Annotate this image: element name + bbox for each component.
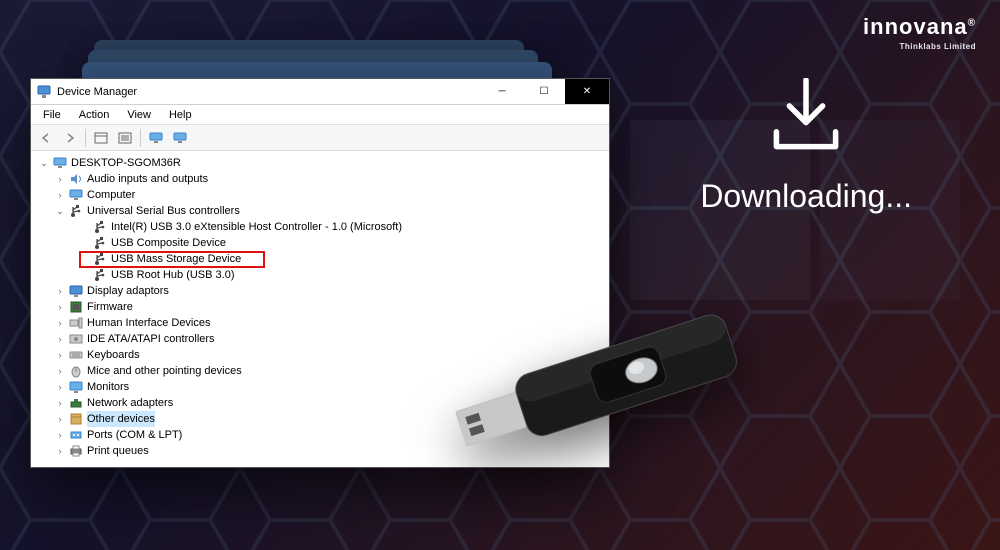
- expand-arrow-icon[interactable]: ›: [55, 347, 65, 363]
- maximize-button[interactable]: ☐: [523, 79, 565, 104]
- tree-label: Network adapters: [87, 395, 173, 411]
- tree-label: Audio inputs and outputs: [87, 171, 208, 187]
- back-button[interactable]: [35, 128, 57, 148]
- refresh-button[interactable]: [145, 128, 167, 148]
- tree-item-audio[interactable]: › Audio inputs and outputs: [37, 171, 603, 187]
- menu-view[interactable]: View: [119, 107, 159, 123]
- tree-label: Monitors: [87, 379, 129, 395]
- minimize-button[interactable]: ─: [481, 79, 523, 104]
- expand-arrow-icon[interactable]: ›: [55, 299, 65, 315]
- tree-label: USB Root Hub (USB 3.0): [111, 267, 235, 283]
- tree-label: Universal Serial Bus controllers: [87, 203, 240, 219]
- tree-label: Computer: [87, 187, 135, 203]
- expand-arrow-icon[interactable]: ›: [55, 443, 65, 459]
- tree-label: Ports (COM & LPT): [87, 427, 182, 443]
- expand-arrow-icon[interactable]: ›: [55, 395, 65, 411]
- tree-label: Human Interface Devices: [87, 315, 211, 331]
- tree-label: DESKTOP-SGOM36R: [71, 155, 181, 171]
- tree-label: USB Composite Device: [111, 235, 226, 251]
- expand-arrow-icon[interactable]: ›: [55, 315, 65, 331]
- brand-name: innovana: [863, 14, 968, 39]
- menu-help[interactable]: Help: [161, 107, 200, 123]
- display-icon: [69, 284, 83, 298]
- audio-icon: [69, 172, 83, 186]
- window-title: Device Manager: [57, 86, 137, 98]
- tree-item-usb-root-hub[interactable]: USB Root Hub (USB 3.0): [37, 267, 603, 283]
- tree-label: Keyboards: [87, 347, 140, 363]
- expand-arrow-icon[interactable]: ›: [55, 379, 65, 395]
- menu-file[interactable]: File: [35, 107, 69, 123]
- tree-item-ide[interactable]: › IDE ATA/ATAPI controllers: [37, 331, 603, 347]
- tree-label: USB Mass Storage Device: [111, 251, 241, 267]
- tree-item-firmware[interactable]: › Firmware: [37, 299, 603, 315]
- tree-label: Other devices: [87, 411, 155, 427]
- usb-icon: [93, 220, 107, 234]
- tree-item-usb-mass-storage[interactable]: USB Mass Storage Device: [37, 251, 603, 267]
- expand-arrow-icon[interactable]: ›: [55, 283, 65, 299]
- monitor-icon: [69, 380, 83, 394]
- firmware-icon: [69, 300, 83, 314]
- tree-label: IDE ATA/ATAPI controllers: [87, 331, 215, 347]
- tree-label: Print queues: [87, 443, 149, 459]
- expand-arrow-icon[interactable]: ›: [55, 171, 65, 187]
- device-manager-icon: [37, 85, 51, 99]
- ports-icon: [69, 428, 83, 442]
- tree-item-display[interactable]: › Display adaptors: [37, 283, 603, 299]
- usb-icon: [93, 268, 107, 282]
- mouse-icon: [69, 364, 83, 378]
- forward-button[interactable]: [59, 128, 81, 148]
- scan-button[interactable]: [90, 128, 112, 148]
- computer-icon: [53, 156, 67, 170]
- network-icon: [69, 396, 83, 410]
- device-icon: [69, 412, 83, 426]
- tree-label: Intel(R) USB 3.0 eXtensible Host Control…: [111, 219, 402, 235]
- tree-item-hid[interactable]: › Human Interface Devices: [37, 315, 603, 331]
- tree-item-usb-controllers[interactable]: ⌄ Universal Serial Bus controllers: [37, 203, 603, 219]
- printer-icon: [69, 444, 83, 458]
- hid-icon: [69, 316, 83, 330]
- tree-label: Firmware: [87, 299, 133, 315]
- toolbar-separator: [140, 129, 141, 147]
- ide-icon: [69, 332, 83, 346]
- keyboard-icon: [69, 348, 83, 362]
- expand-arrow-icon[interactable]: ›: [55, 363, 65, 379]
- tree-item-usb-intel[interactable]: Intel(R) USB 3.0 eXtensible Host Control…: [37, 219, 603, 235]
- brand-subtitle: Thinklabs Limited: [863, 42, 976, 51]
- registered-mark: ®: [968, 18, 976, 29]
- tree-item-usb-composite[interactable]: USB Composite Device: [37, 235, 603, 251]
- properties-button[interactable]: [114, 128, 136, 148]
- tree-label: Display adaptors: [87, 283, 169, 299]
- downloading-label: Downloading...: [700, 178, 912, 215]
- view-button[interactable]: [169, 128, 191, 148]
- menu-action[interactable]: Action: [71, 107, 118, 123]
- usb-icon: [93, 236, 107, 250]
- toolbar: [31, 125, 609, 151]
- usb-icon: [69, 204, 83, 218]
- expand-arrow-icon[interactable]: ›: [55, 427, 65, 443]
- expand-arrow-icon[interactable]: ›: [55, 187, 65, 203]
- toolbar-separator: [85, 129, 86, 147]
- download-icon: [769, 78, 843, 156]
- downloading-panel: Downloading...: [700, 78, 912, 215]
- usb-icon: [93, 252, 107, 266]
- close-button[interactable]: ✕: [565, 79, 609, 104]
- tree-item-computer[interactable]: › Computer: [37, 187, 603, 203]
- window-titlebar[interactable]: Device Manager ─ ☐ ✕: [31, 79, 609, 105]
- expand-arrow-icon[interactable]: ⌄: [39, 155, 49, 171]
- brand-logo: innovana® Thinklabs Limited: [863, 14, 976, 51]
- tree-label: Mice and other pointing devices: [87, 363, 242, 379]
- expand-arrow-icon[interactable]: ›: [55, 411, 65, 427]
- tree-root[interactable]: ⌄ DESKTOP-SGOM36R: [37, 155, 603, 171]
- expand-arrow-icon[interactable]: ⌄: [55, 203, 65, 219]
- menu-bar: File Action View Help: [31, 105, 609, 125]
- computer-icon: [69, 188, 83, 202]
- expand-arrow-icon[interactable]: ›: [55, 331, 65, 347]
